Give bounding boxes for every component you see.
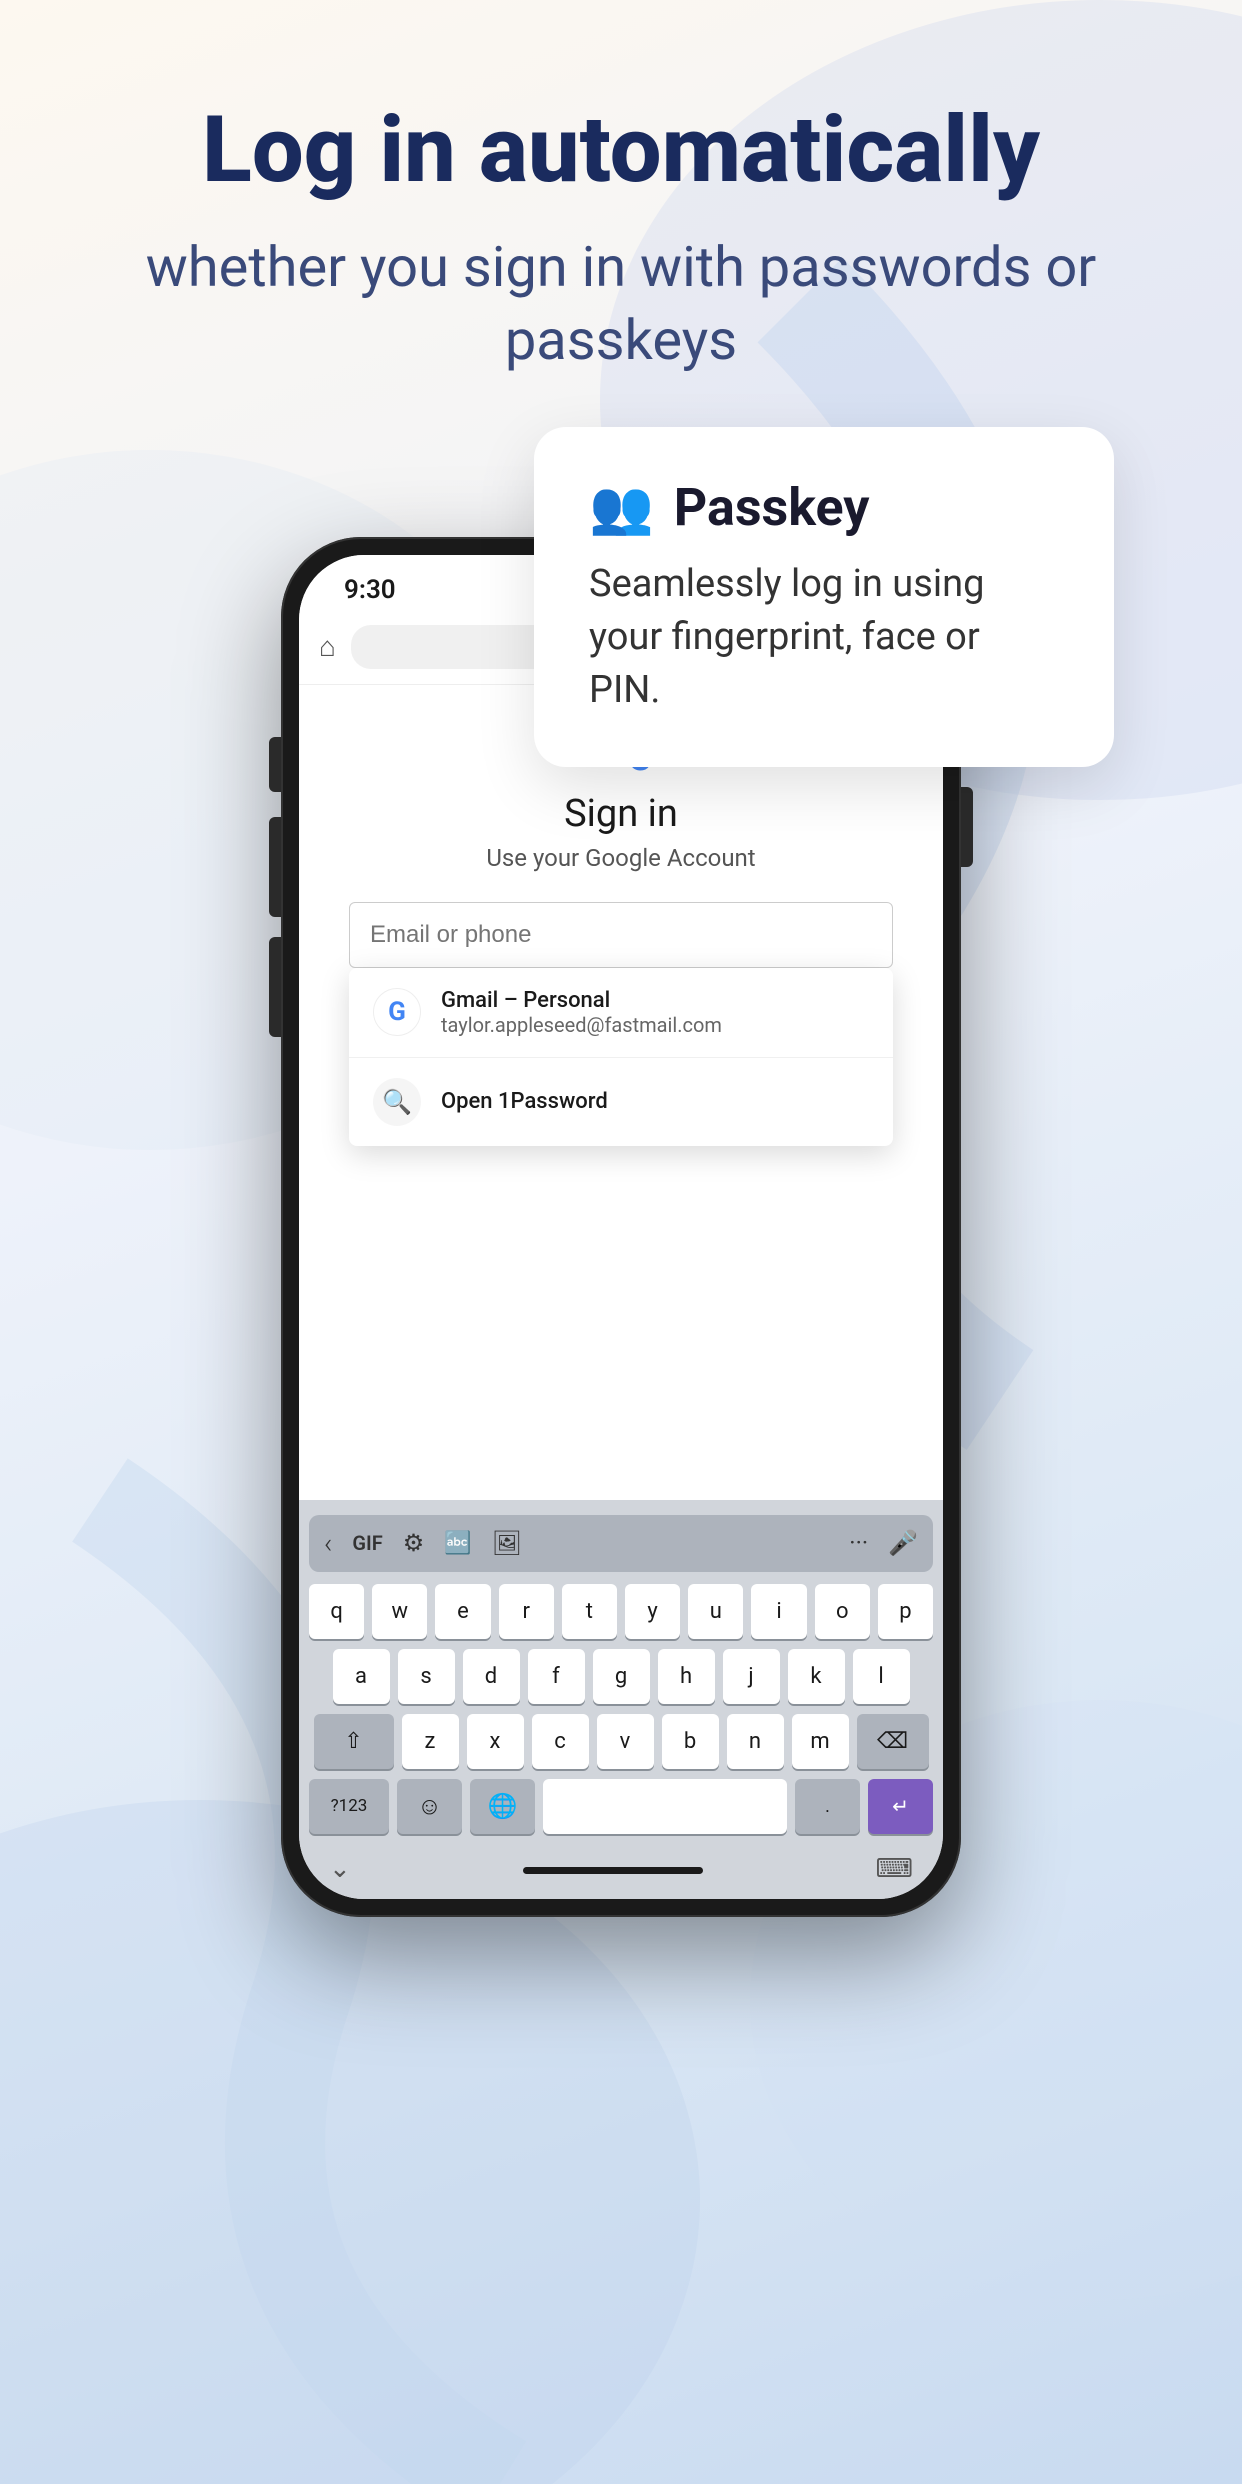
keyboard-more-icon[interactable]: ··· (849, 1529, 868, 1557)
passkey-title: Passkey (674, 477, 870, 538)
passkey-description: Seamlessly log in using your fingerprint… (589, 558, 1059, 718)
keyboard-row-3: ⇧ z x c v b n m ⌫ (309, 1714, 933, 1769)
keyboard-back-icon[interactable]: ‹ (324, 1527, 332, 1560)
key-e[interactable]: e (435, 1584, 490, 1639)
key-x[interactable]: x (467, 1714, 524, 1769)
key-r[interactable]: r (499, 1584, 554, 1639)
phone-button-volume-down (269, 817, 281, 917)
signin-subtitle: Use your Google Account (486, 844, 755, 872)
keyboard-gif-button[interactable]: GIF (352, 1531, 382, 1555)
autocomplete-dropdown: G Gmail – Personal taylor.appleseed@fast… (349, 968, 893, 1146)
email-input-wrapper: G Gmail – Personal taylor.appleseed@fast… (349, 902, 893, 968)
home-indicator (523, 1867, 703, 1874)
key-m[interactable]: m (792, 1714, 849, 1769)
key-s[interactable]: s (398, 1649, 455, 1704)
key-p[interactable]: p (878, 1584, 933, 1639)
key-u[interactable]: u (688, 1584, 743, 1639)
key-g[interactable]: g (593, 1649, 650, 1704)
passkey-icon: 👥 (589, 477, 654, 538)
key-enter[interactable]: ↵ (868, 1779, 933, 1834)
keyboard-collapse-icon[interactable]: ⌄ (329, 1854, 351, 1884)
phone-button-volume-up (269, 737, 281, 792)
autocomplete-1password-item[interactable]: 🔍 Open 1Password (349, 1058, 893, 1146)
key-h[interactable]: h (658, 1649, 715, 1704)
keyboard-translate-icon[interactable]: 🔤 (444, 1531, 471, 1556)
key-q[interactable]: q (309, 1584, 364, 1639)
key-i[interactable]: i (751, 1584, 806, 1639)
keyboard-toolbar: ‹ GIF ⚙ 🔤 🖼 ··· 🎤 (309, 1515, 933, 1572)
keyboard-area: ‹ GIF ⚙ 🔤 🖼 ··· 🎤 q w (299, 1500, 943, 1899)
key-space[interactable] (543, 1779, 787, 1834)
key-y[interactable]: y (625, 1584, 680, 1639)
key-c[interactable]: c (532, 1714, 589, 1769)
key-n[interactable]: n (727, 1714, 784, 1769)
search-circle-icon: 🔍 (373, 1078, 421, 1126)
autocomplete-gmail-text: Gmail – Personal taylor.appleseed@fastma… (441, 988, 722, 1037)
key-w[interactable]: w (372, 1584, 427, 1639)
google-circle-icon: G (373, 988, 421, 1036)
phone-button-power (961, 787, 973, 867)
autocomplete-gmail-name: Gmail – Personal (441, 988, 722, 1013)
key-t[interactable]: t (562, 1584, 617, 1639)
key-z[interactable]: z (402, 1714, 459, 1769)
autocomplete-gmail-email: taylor.appleseed@fastmail.com (441, 1013, 722, 1037)
google-signin-page: G o o g l e Sign in Use your Google Acco… (299, 685, 943, 1500)
key-emoji[interactable]: ☺ (397, 1779, 462, 1834)
header-section: Log in automatically whether you sign in… (0, 0, 1242, 437)
keyboard-row-1: q w e r t y u i o p (309, 1584, 933, 1639)
key-shift[interactable]: ⇧ (314, 1714, 394, 1769)
key-f[interactable]: f (528, 1649, 585, 1704)
key-v[interactable]: v (597, 1714, 654, 1769)
key-l[interactable]: l (853, 1649, 910, 1704)
keyboard-sticker-icon[interactable]: 🖼 (492, 1529, 522, 1557)
key-o[interactable]: o (815, 1584, 870, 1639)
search-icon: 🔍 (382, 1088, 412, 1116)
phone-area: 👥 Passkey Seamlessly log in using your f… (0, 457, 1242, 1917)
keyboard-row-4: ?123 ☺ 🌐 . ↵ (309, 1779, 933, 1834)
signin-title: Sign in (564, 792, 678, 836)
email-input[interactable] (349, 902, 893, 968)
autocomplete-1password-action: Open 1Password (441, 1089, 608, 1114)
key-a[interactable]: a (333, 1649, 390, 1704)
key-numbers[interactable]: ?123 (309, 1779, 389, 1834)
key-period[interactable]: . (795, 1779, 860, 1834)
keyboard-layout-icon[interactable]: ⌨ (875, 1854, 913, 1884)
status-time: 9:30 (344, 575, 396, 605)
phone-button-silent (269, 937, 281, 1037)
page-content: Log in automatically whether you sign in… (0, 0, 1242, 2484)
keyboard-bottom-bar: ⌄ ⌨ (309, 1844, 933, 1889)
key-k[interactable]: k (788, 1649, 845, 1704)
key-j[interactable]: j (723, 1649, 780, 1704)
keyboard-row-2: a s d f g h j k l (309, 1649, 933, 1704)
key-backspace[interactable]: ⌫ (857, 1714, 929, 1769)
home-icon[interactable]: ⌂ (319, 630, 336, 663)
main-subtitle: whether you sign in with passwords or pa… (80, 231, 1162, 377)
autocomplete-gmail-item[interactable]: G Gmail – Personal taylor.appleseed@fast… (349, 968, 893, 1058)
passkey-card: 👥 Passkey Seamlessly log in using your f… (534, 427, 1114, 768)
key-d[interactable]: d (463, 1649, 520, 1704)
keyboard-settings-icon[interactable]: ⚙ (403, 1529, 425, 1557)
main-title: Log in automatically (80, 100, 1162, 201)
keyboard-mic-icon[interactable]: 🎤 (888, 1529, 918, 1557)
key-globe[interactable]: 🌐 (470, 1779, 535, 1834)
passkey-header: 👥 Passkey (589, 477, 1059, 538)
key-b[interactable]: b (662, 1714, 719, 1769)
